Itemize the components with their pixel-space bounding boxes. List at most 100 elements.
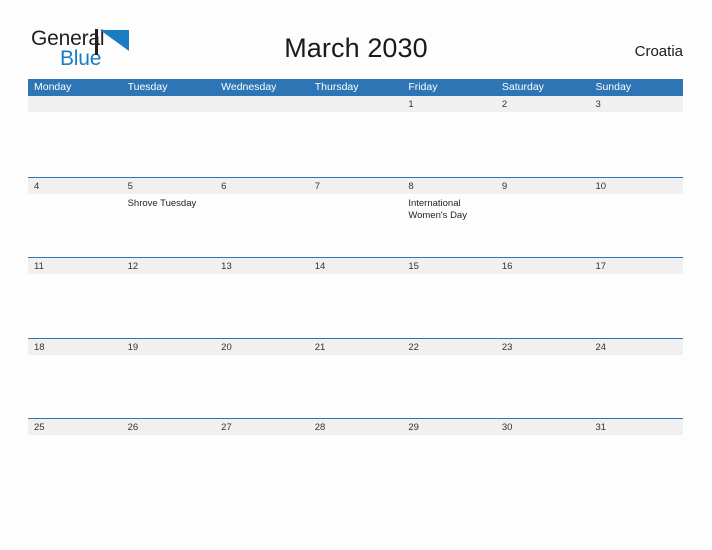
day-number-band [308, 177, 403, 194]
calendar-day-cell[interactable]: 30 [495, 419, 590, 499]
day-number-band [495, 177, 590, 194]
calendar-day-cell-empty [121, 96, 216, 177]
day-number-band [28, 177, 122, 194]
day-event: International Women's Day [408, 197, 467, 222]
calendar-day-cell[interactable]: 21 [308, 338, 403, 419]
day-number: 5 [127, 180, 133, 192]
day-number: 28 [314, 422, 326, 433]
calendar-day-cell-empty [28, 96, 122, 177]
weekday-header-tuesday: Tuesday [127, 81, 168, 93]
day-number: 8 [408, 180, 414, 192]
day-number: 1 [408, 99, 414, 110]
day-number: 4 [34, 180, 40, 192]
day-events-list: International Women's Day [402, 194, 496, 223]
calendar-day-cell[interactable]: 15 [402, 258, 496, 338]
day-number: 31 [595, 422, 607, 433]
calendar-day-cell[interactable]: 14 [308, 258, 403, 338]
calendar-day-cell[interactable]: 11 [28, 258, 122, 338]
day-number: 20 [221, 341, 232, 353]
day-number: 30 [501, 422, 513, 433]
calendar-day-cell[interactable]: 8 International Women's Day [402, 177, 496, 258]
day-number: 27 [221, 422, 232, 433]
day-events-list: Shrove Tuesday [122, 194, 216, 211]
weekday-header-thursday: Thursday [314, 81, 359, 93]
page-title: March 2030 [284, 33, 428, 63]
calendar-day-cell-empty [308, 96, 403, 177]
calendar-day-cell[interactable]: 13 [215, 258, 309, 338]
day-number: 11 [34, 261, 44, 272]
day-number-band [308, 96, 403, 112]
day-number: 16 [501, 261, 513, 272]
day-number-band [121, 177, 216, 194]
calendar-day-cell[interactable]: 17 [589, 258, 684, 338]
day-number-band [28, 96, 122, 112]
weekday-header-friday: Friday [408, 81, 438, 93]
day-number: 15 [408, 261, 419, 272]
calendar-day-cell[interactable]: 9 [495, 177, 590, 258]
calendar-week-row: 1 2 3 [28, 96, 684, 177]
weekday-header-sunday: Sunday [595, 81, 632, 93]
calendar-day-cell[interactable]: 5 Shrove Tuesday [121, 177, 216, 258]
calendar-day-cell[interactable]: 2 [495, 96, 590, 177]
calendar-day-cell[interactable]: 3 [589, 96, 684, 177]
day-number-band [121, 96, 216, 112]
day-number: 29 [408, 422, 419, 433]
calendar-day-cell[interactable]: 7 [308, 177, 403, 258]
calendar-day-cell[interactable]: 31 [589, 419, 684, 499]
day-number: 17 [595, 261, 607, 272]
day-number-band [402, 177, 496, 194]
calendar-week-row: 25 26 27 28 29 30 31 [28, 418, 684, 499]
calendar-week-row: 18 19 20 21 22 23 24 [28, 337, 684, 419]
day-event: Shrove Tuesday [127, 197, 197, 209]
day-number: 13 [221, 261, 232, 272]
day-number: 2 [501, 99, 508, 110]
day-number-band [402, 96, 496, 112]
day-number: 23 [501, 341, 513, 353]
calendar-day-cell[interactable]: 10 [589, 177, 684, 258]
day-number: 18 [34, 341, 45, 353]
day-number: 19 [127, 341, 139, 353]
calendar-day-cell[interactable]: 6 [215, 177, 309, 258]
calendar-day-cell[interactable]: 24 [589, 338, 684, 419]
day-number-band [589, 96, 684, 112]
day-number: 3 [595, 99, 601, 110]
calendar-day-cell[interactable]: 19 [121, 338, 216, 419]
day-number: 24 [595, 341, 607, 353]
calendar-day-cell[interactable]: 12 [121, 258, 216, 338]
calendar-day-cell[interactable]: 28 [308, 419, 403, 499]
calendar-day-cell[interactable]: 27 [215, 419, 309, 499]
calendar-day-cell[interactable]: 26 [121, 419, 216, 499]
calendar-day-cell[interactable]: 22 [402, 338, 496, 419]
day-number: 14 [314, 261, 326, 272]
page-header: General Blue March 2030 Croatia [0, 0, 712, 79]
calendar-day-cell[interactable]: 4 [28, 177, 122, 258]
day-number: 6 [221, 180, 227, 192]
weekday-header-monday: Monday [34, 81, 72, 93]
country-label: Croatia [634, 43, 683, 60]
day-number: 21 [314, 341, 326, 353]
calendar-week-rows: 1 2 3 4 5 Shrove Tuesday 6 7 8 International Wome… [28, 96, 684, 499]
day-number: 22 [408, 341, 419, 353]
day-number: 26 [127, 422, 139, 433]
calendar-day-cell[interactable]: 23 [495, 338, 590, 419]
day-number-band [215, 96, 309, 112]
calendar-day-cell[interactable]: 16 [495, 258, 590, 338]
day-number: 9 [501, 180, 508, 192]
weekday-header-wednesday: Wednesday [221, 81, 277, 93]
day-number: 7 [314, 180, 321, 192]
calendar-day-cell[interactable]: 18 [28, 338, 122, 419]
day-number-band [495, 96, 590, 112]
calendar-grid: Monday Tuesday Wednesday Thursday Friday… [28, 79, 684, 499]
calendar-day-cell[interactable]: 29 [402, 419, 496, 499]
day-number: 10 [595, 180, 607, 192]
weekday-header-row: Monday Tuesday Wednesday Thursday Friday… [28, 79, 683, 96]
calendar-day-cell-empty [215, 96, 309, 177]
calendar-week-row: 4 5 Shrove Tuesday 6 7 8 International Women's… [28, 176, 684, 258]
calendar-day-cell[interactable]: 25 [28, 419, 122, 499]
day-number: 25 [34, 422, 45, 433]
weekday-header-saturday: Saturday [501, 81, 544, 93]
calendar-week-row: 11 12 13 14 15 16 17 [28, 257, 684, 338]
day-number: 12 [127, 261, 139, 272]
calendar-day-cell[interactable]: 20 [215, 338, 309, 419]
calendar-day-cell[interactable]: 1 [402, 96, 496, 177]
